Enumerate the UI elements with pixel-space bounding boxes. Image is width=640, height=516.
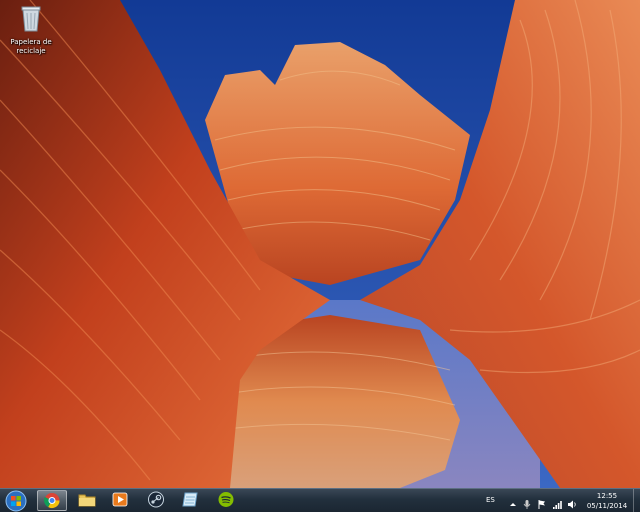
desktop[interactable]: Papelera de reciclaje — [0, 0, 640, 488]
steam-icon — [148, 491, 164, 508]
desktop-icon-recycle-bin[interactable]: Papelera de reciclaje — [6, 4, 56, 56]
microphone-icon — [523, 500, 531, 509]
clock-date: 05/11/2014 — [586, 502, 628, 510]
system-clock[interactable]: 12:55 05/11/2014 — [584, 491, 630, 511]
notepad-icon — [182, 492, 198, 507]
chrome-icon — [44, 493, 60, 509]
taskbar-button-file-explorer[interactable] — [73, 490, 103, 511]
folder-icon — [78, 494, 96, 507]
desktop-icon-label-line1: Papelera de — [10, 38, 52, 46]
spotify-icon — [218, 492, 234, 507]
tray-network[interactable] — [552, 495, 562, 509]
tray-microphone[interactable] — [522, 495, 532, 509]
media-player-icon — [112, 492, 128, 507]
signal-bars-icon — [553, 501, 562, 509]
desktop-icon-label-line2: reciclaje — [16, 47, 46, 55]
taskbar: ES 12:55 05/11/2014 — [0, 488, 640, 512]
taskbar-button-app[interactable] — [176, 490, 206, 511]
flag-icon — [538, 500, 545, 509]
clock-time: 12:55 — [596, 492, 618, 500]
start-button[interactable] — [3, 490, 29, 512]
speaker-icon — [568, 500, 576, 509]
tray-volume[interactable] — [567, 495, 577, 509]
show-hidden-icons-button[interactable] — [508, 495, 518, 506]
taskbar-button-media-player[interactable] — [106, 490, 136, 511]
taskbar-button-chrome[interactable] — [37, 490, 67, 511]
show-desktop-button[interactable] — [633, 489, 640, 512]
windows-start-orb-icon — [5, 490, 27, 512]
taskbar-button-spotify[interactable] — [212, 490, 242, 511]
taskbar-button-steam[interactable] — [142, 490, 172, 511]
chevron-up-icon — [510, 503, 516, 506]
recycle-bin-icon — [21, 6, 41, 32]
wallpaper-canyon — [0, 0, 640, 488]
language-indicator[interactable]: ES — [486, 489, 495, 512]
tray-action-center[interactable] — [537, 495, 547, 509]
